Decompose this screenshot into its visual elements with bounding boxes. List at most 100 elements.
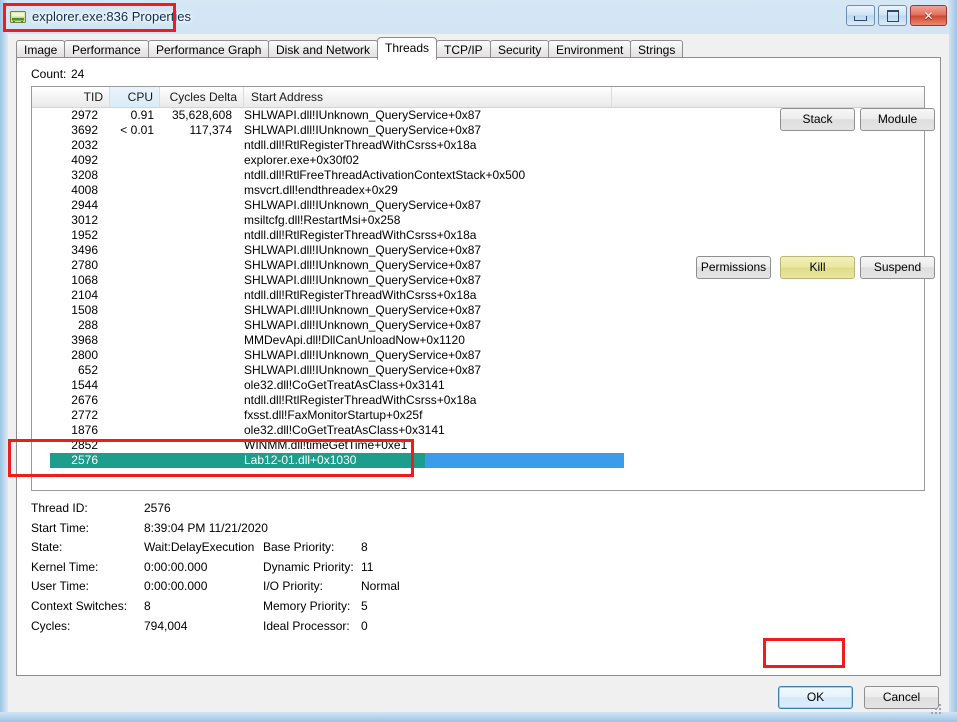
cell-cyc bbox=[160, 333, 238, 348]
cell-tid: 2972 bbox=[71, 108, 98, 122]
cell-tid: 2800 bbox=[71, 348, 98, 362]
close-icon: ✕ bbox=[923, 8, 934, 23]
tab-environment[interactable]: Environment bbox=[548, 40, 632, 58]
detail-value: 0 bbox=[361, 618, 368, 633]
tab-performance-graph[interactable]: Performance Graph bbox=[148, 40, 270, 58]
cell-cyc bbox=[160, 408, 238, 423]
cell-addr: ntdll.dll!RtlFreeThreadActivationContext… bbox=[244, 168, 526, 182]
cell-tid: 3692 bbox=[71, 123, 98, 137]
thread-list[interactable]: TID CPU Cycles Delta Start Address 2972 0.91… bbox=[31, 86, 925, 491]
table-row[interactable]: 2944 SHLWAPI.dll!IUnknown_QueryService+0x… bbox=[32, 198, 924, 213]
column-header-addr[interactable]: Start Address bbox=[244, 87, 612, 107]
module-button[interactable]: Module bbox=[860, 108, 935, 131]
resize-grip[interactable] bbox=[931, 704, 943, 716]
table-row[interactable]: 288 SHLWAPI.dll!IUnknown_QueryService+0x8… bbox=[32, 318, 924, 333]
kill-button[interactable]: Kill bbox=[780, 256, 855, 279]
annotation-title-highlight bbox=[3, 3, 176, 32]
detail-value: 2576 bbox=[144, 501, 171, 515]
table-row[interactable]: 2676 ntdll.dll!RtlRegisterThreadWithCsrss… bbox=[32, 393, 924, 408]
tab-security[interactable]: Security bbox=[490, 40, 550, 58]
cell-cpu bbox=[110, 318, 160, 333]
detail-value: 11 bbox=[361, 559, 374, 574]
minimize-button[interactable] bbox=[846, 5, 875, 26]
cell-cyc bbox=[160, 258, 238, 273]
cell-cyc bbox=[160, 153, 238, 168]
cell-cyc: 117,374 bbox=[189, 123, 233, 137]
maximize-button[interactable] bbox=[878, 5, 907, 26]
table-row[interactable]: 1544 ole32.dll!CoGetTreatAsClass+0x3141 bbox=[32, 378, 924, 393]
tab-strings[interactable]: Strings bbox=[630, 40, 684, 58]
table-row[interactable]: 2800 SHLWAPI.dll!IUnknown_QueryService+0x… bbox=[32, 348, 924, 363]
tab-strip: Image Performance Performance Graph Disk an… bbox=[16, 37, 941, 60]
cell-cpu bbox=[110, 288, 160, 303]
cell-cyc bbox=[160, 273, 238, 288]
detail-label: User Time: bbox=[31, 579, 90, 594]
detail-value: Normal bbox=[361, 579, 400, 594]
table-row[interactable]: 4008 msvcrt.dll!endthreadex+0x29 bbox=[32, 183, 924, 198]
cell-addr: msiltcfg.dll!RestartMsi+0x258 bbox=[244, 213, 401, 227]
cell-cyc bbox=[160, 198, 238, 213]
detail-value: 794,004 bbox=[144, 618, 188, 633]
cancel-button[interactable]: Cancel bbox=[864, 686, 939, 709]
permissions-button[interactable]: Permissions bbox=[696, 256, 771, 279]
suspend-button[interactable]: Suspend bbox=[860, 256, 935, 279]
column-header-cpu[interactable]: CPU bbox=[110, 87, 160, 107]
tab-tcp-ip[interactable]: TCP/IP bbox=[436, 40, 491, 58]
table-row[interactable]: 2104 ntdll.dll!RtlRegisterThreadWithCsrss… bbox=[32, 288, 924, 303]
column-header-filler bbox=[612, 87, 924, 107]
detail-value: 5 bbox=[361, 599, 368, 613]
thread-list-rows: 2972 0.91 35,628,608 SHLWAPI.dll!IUnknown_Q… bbox=[32, 108, 924, 490]
detail-value: 0:00:00.000 bbox=[144, 579, 208, 594]
thread-count-label: Count: bbox=[31, 67, 67, 81]
table-row[interactable]: 3012 msiltcfg.dll!RestartMsi+0x258 bbox=[32, 213, 924, 228]
detail-label: Ideal Processor: bbox=[263, 618, 350, 633]
minimize-icon bbox=[847, 6, 874, 25]
cell-tid: 2032 bbox=[71, 138, 98, 152]
cell-cyc bbox=[160, 378, 238, 393]
table-row[interactable]: 3208 ntdll.dll!RtlFreeThreadActivationCon… bbox=[32, 168, 924, 183]
cell-addr: SHLWAPI.dll!IUnknown_QueryService+0x87 bbox=[244, 303, 482, 317]
table-row[interactable]: 1952 ntdll.dll!RtlRegisterThreadWithCsrss… bbox=[32, 228, 924, 243]
table-row[interactable]: 4092 explorer.exe+0x30f02 bbox=[32, 153, 924, 168]
cell-cyc bbox=[160, 183, 238, 198]
column-header-cyc[interactable]: Cycles Delta bbox=[160, 87, 244, 107]
stack-button[interactable]: Stack bbox=[780, 108, 855, 131]
cell-cpu bbox=[110, 153, 160, 168]
detail-label: Dynamic Priority: bbox=[263, 559, 354, 574]
cell-addr: MMDevApi.dll!DllCanUnloadNow+0x1120 bbox=[244, 333, 465, 347]
table-row[interactable]: 652 SHLWAPI.dll!IUnknown_QueryService+0x8… bbox=[32, 363, 924, 378]
cell-cyc bbox=[160, 423, 238, 438]
table-row[interactable]: 1508 SHLWAPI.dll!IUnknown_QueryService+0x… bbox=[32, 303, 924, 318]
table-row[interactable]: 3968 MMDevApi.dll!DllCanUnloadNow+0x1120 bbox=[32, 333, 924, 348]
cell-tid: 1068 bbox=[71, 273, 98, 287]
dialog-body: Image Performance Performance Graph Disk an… bbox=[8, 34, 949, 714]
cell-tid: 4008 bbox=[71, 183, 98, 197]
column-header-tid[interactable]: TID bbox=[32, 87, 110, 107]
tab-threads[interactable]: Threads bbox=[377, 37, 438, 60]
table-row[interactable]: 1876 ole32.dll!CoGetTreatAsClass+0x3141 bbox=[32, 423, 924, 438]
close-button[interactable]: ✕ bbox=[910, 5, 947, 26]
detail-label: Memory Priority: bbox=[263, 599, 351, 613]
table-row[interactable]: 2772 fxsst.dll!FaxMonitorStartup+0x25f bbox=[32, 408, 924, 423]
threads-tab-page: Count: 24 TID CPU Cycles Delta Start Addres… bbox=[16, 57, 941, 676]
tab-performance[interactable]: Performance bbox=[64, 40, 149, 58]
ok-button[interactable]: OK bbox=[778, 686, 853, 709]
cell-cpu bbox=[110, 183, 160, 198]
cell-cyc bbox=[160, 393, 238, 408]
detail-label: Kernel Time: bbox=[31, 559, 99, 574]
cell-tid: 3496 bbox=[71, 243, 98, 257]
cell-cyc bbox=[160, 138, 238, 153]
detail-value: 8 bbox=[361, 540, 368, 555]
tab-disk-and-network[interactable]: Disk and Network bbox=[268, 40, 379, 58]
cell-tid: 1876 bbox=[71, 423, 98, 437]
tab-image[interactable]: Image bbox=[16, 40, 66, 58]
cell-cpu bbox=[110, 348, 160, 363]
cell-cyc bbox=[160, 243, 238, 258]
annotation-selected-thread-highlight bbox=[8, 439, 414, 477]
cell-tid: 1508 bbox=[71, 303, 98, 317]
thread-count-value: 24 bbox=[71, 67, 85, 81]
cell-cpu bbox=[110, 258, 160, 273]
annotation-kill-button-highlight bbox=[763, 638, 845, 668]
table-row[interactable]: 2032 ntdll.dll!RtlRegisterThreadWithCsrss… bbox=[32, 138, 924, 153]
detail-value: Wait:DelayExecution bbox=[144, 540, 255, 555]
